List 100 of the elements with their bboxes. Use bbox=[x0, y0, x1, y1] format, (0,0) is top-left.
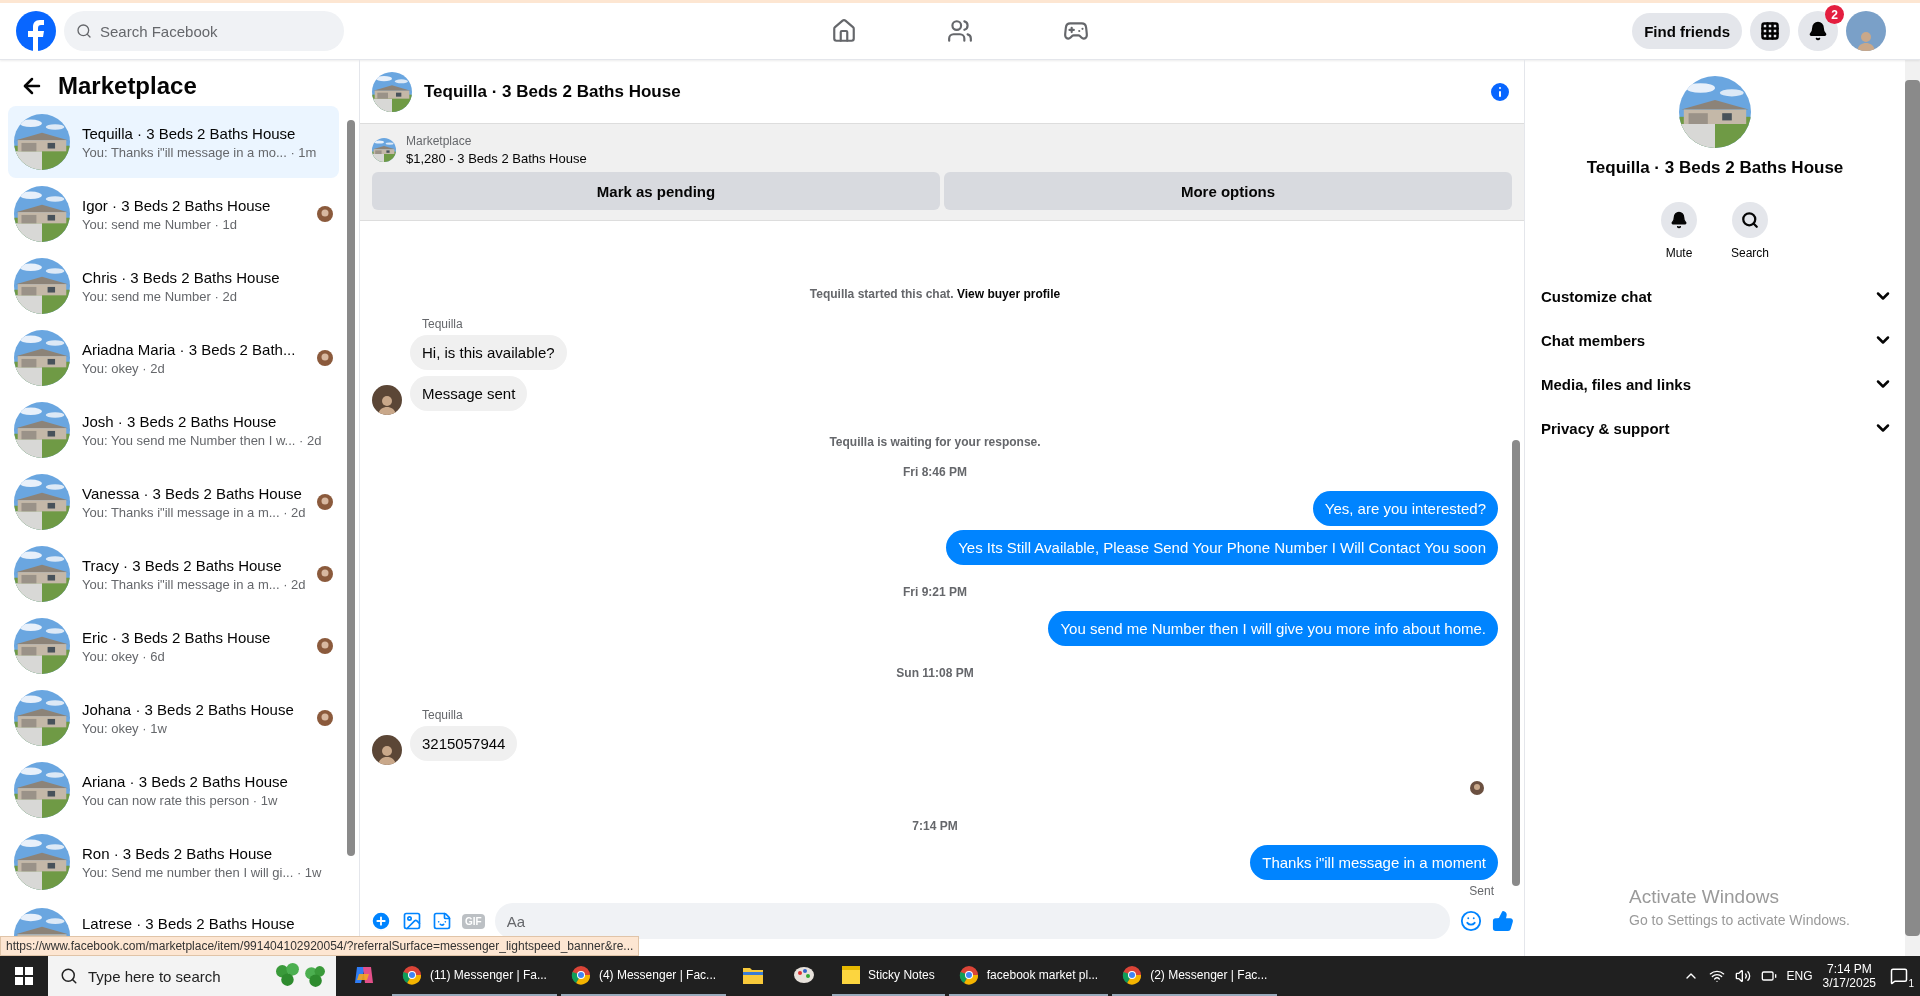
message-input[interactable]: Aa bbox=[494, 903, 1450, 939]
bell-icon bbox=[1808, 21, 1828, 41]
message-preview: You: okey · 2d bbox=[82, 360, 166, 376]
timestamp: 7:14 PM bbox=[912, 819, 958, 833]
conversation-title: Ariana · 3 Beds 2 Baths House bbox=[82, 772, 289, 790]
details-title: Tequilla · 3 Beds 2 Baths House bbox=[1586, 158, 1844, 178]
scrollbar[interactable] bbox=[347, 120, 355, 856]
windows-logo bbox=[15, 967, 33, 985]
sidebar-title: Marketplace bbox=[58, 72, 197, 100]
taskbar-app-button[interactable]: (2) Messenger | Fac... bbox=[1112, 956, 1278, 996]
sender-name: Tequilla bbox=[422, 708, 464, 722]
notifications-button[interactable] bbox=[1798, 11, 1838, 51]
taskbar-app-button[interactable]: Sticky Notes bbox=[832, 956, 945, 996]
details-section[interactable]: Chat members bbox=[1541, 318, 1893, 362]
sender-name: Tequilla bbox=[422, 317, 464, 331]
like-icon[interactable] bbox=[1492, 910, 1514, 932]
conversation-title: Tracy · 3 Beds 2 Baths House bbox=[82, 556, 283, 574]
taskbar-clock[interactable]: 7:14 PM 3/17/2025 bbox=[1822, 962, 1876, 990]
conversation-item[interactable]: Igor · 3 Beds 2 Baths House You: send me Number · 1d bbox=[8, 178, 339, 250]
conversation-title: Johana · 3 Beds 2 Baths House bbox=[82, 700, 295, 718]
conversation-item[interactable]: Tequilla · 3 Beds 2 Baths House You: Thanks i"ill message in a mo... · 1m bbox=[8, 106, 339, 178]
browser-icon bbox=[402, 965, 422, 985]
facebook-logo[interactable] bbox=[16, 11, 56, 51]
conversation-title: Ron · 3 Beds 2 Baths House bbox=[82, 844, 274, 862]
scrollbar[interactable] bbox=[1905, 80, 1920, 936]
message-preview: You: okey · 1w bbox=[82, 720, 168, 736]
note-icon bbox=[842, 966, 861, 984]
message-preview: You: okey · 6d bbox=[82, 648, 166, 664]
conversation-title: Vanessa · 3 Beds 2 Baths House bbox=[82, 484, 303, 502]
system-message: Tequilla is waiting for your response. bbox=[829, 435, 1041, 449]
conversation-item[interactable]: Ariana · 3 Beds 2 Baths House You can now rate this person · 1w bbox=[8, 754, 339, 826]
conversation-title: Eric · 3 Beds 2 Baths House bbox=[82, 628, 272, 646]
message-bubble: Hi, is this available? bbox=[410, 335, 567, 370]
listing-title: $1,280 - 3 Beds 2 Baths House bbox=[406, 151, 587, 166]
person-silhouette-icon bbox=[376, 743, 398, 765]
activation-title: Activate Windows bbox=[1629, 886, 1780, 908]
message-bubble: You send me Number then I will give you more info about home. bbox=[1048, 611, 1498, 646]
message-preview: You: send me Number · 2d bbox=[82, 288, 238, 304]
link-preview-tooltip: https://www.facebook.com/marketplace/item/991404102920054/?referralSurface=messenger_lightspeed_banner&re... bbox=[0, 936, 640, 956]
grid-icon bbox=[1760, 21, 1780, 41]
taskbar-app-button[interactable]: facebook market pl... bbox=[948, 956, 1109, 996]
chat-title: Tequilla · 3 Beds 2 Baths House bbox=[424, 81, 682, 102]
details-section[interactable]: Customize chat bbox=[1541, 274, 1893, 318]
conversation-item[interactable]: Tracy · 3 Beds 2 Baths House You: Thanks i"ill message in a m... · 2d bbox=[8, 538, 339, 610]
activation-text: Go to Settings to activate Windows. bbox=[1629, 912, 1850, 928]
network-icon[interactable] bbox=[1708, 968, 1725, 984]
browser-icon bbox=[1122, 965, 1143, 985]
conversation-title: Josh · 3 Beds 2 Baths House bbox=[82, 412, 278, 430]
folder-icon bbox=[743, 966, 764, 984]
conversation-title: Ariadna Maria · 3 Beds 2 Bath... bbox=[82, 340, 297, 358]
details-section[interactable]: Privacy & support bbox=[1541, 406, 1893, 450]
taskbar-app-button[interactable]: (11) Messenger | Fa... bbox=[392, 956, 557, 996]
seen-avatar-icon bbox=[1470, 781, 1484, 795]
conversation-item[interactable]: Vanessa · 3 Beds 2 Baths House You: Thanks i"ill message in a m... · 2d bbox=[8, 466, 339, 538]
message-preview: You: send me Number · 1d bbox=[82, 216, 238, 232]
scrollbar[interactable] bbox=[1512, 440, 1520, 886]
system-message: Tequilla started this chat. View buyer profile bbox=[809, 287, 1061, 301]
message-bubble: Thanks i"ill message in a moment bbox=[1250, 845, 1498, 880]
search-icon bbox=[76, 23, 92, 39]
conversation-item[interactable]: Johana · 3 Beds 2 Baths House You: okey · 1w bbox=[8, 682, 339, 754]
friends-icon[interactable] bbox=[947, 18, 973, 44]
browser-icon bbox=[570, 965, 591, 985]
menu-button[interactable] bbox=[1750, 11, 1790, 51]
conversation-item[interactable]: Ariadna Maria · 3 Beds 2 Bath... You: okey · 2d bbox=[8, 322, 339, 394]
conversation-item[interactable]: Ron · 3 Beds 2 Baths House You: Send me number then I will gi... · 1w bbox=[8, 826, 339, 898]
conversation-item[interactable]: Chris · 3 Beds 2 Baths House You: send me Number · 2d bbox=[8, 250, 339, 322]
swirl-icon bbox=[353, 964, 375, 986]
search-field[interactable]: Search Facebook bbox=[64, 11, 344, 51]
listing-action-button[interactable]: More options bbox=[944, 172, 1512, 210]
taskbar-app-button[interactable]: (4) Messenger | Fac... bbox=[560, 956, 727, 996]
find-friends-button[interactable]: Find friends bbox=[1632, 13, 1742, 49]
conversation-item[interactable]: Eric · 3 Beds 2 Baths House You: okey · 6d bbox=[8, 610, 339, 682]
conversation-item[interactable]: Josh · 3 Beds 2 Baths House You: You send me Number then I w... · 2d bbox=[8, 394, 339, 466]
palette-icon bbox=[793, 965, 816, 985]
timestamp: Fri 9:21 PM bbox=[903, 585, 967, 599]
timestamp: Sun 11:08 PM bbox=[896, 666, 974, 680]
message-bubble: 3215057944 bbox=[410, 726, 518, 761]
profile-avatar[interactable] bbox=[1846, 11, 1886, 51]
person-silhouette-icon bbox=[1855, 29, 1877, 51]
listing-source: Marketplace bbox=[406, 134, 473, 148]
battery-icon[interactable] bbox=[1760, 968, 1777, 984]
message-bubble: Yes, are you interested? bbox=[1312, 491, 1498, 526]
message-preview: You: Thanks i"ill message in a m... · 2d bbox=[82, 576, 305, 592]
sticker-icon[interactable] bbox=[432, 911, 452, 931]
buyer-profile-link[interactable]: View buyer profile bbox=[957, 287, 1061, 301]
taskbar-search-field[interactable]: Type here to search bbox=[48, 956, 336, 996]
add-icon[interactable] bbox=[370, 910, 392, 932]
volume-icon[interactable] bbox=[1734, 968, 1751, 984]
message-preview: You: Thanks i"ill message in a m... · 2d bbox=[82, 504, 305, 520]
language-indicator[interactable]: ENG bbox=[1786, 969, 1813, 983]
timestamp: Fri 8:46 PM bbox=[903, 465, 967, 479]
search-icon bbox=[1741, 211, 1759, 229]
search-icon bbox=[60, 967, 78, 985]
listing-action-button[interactable]: Mark as pending bbox=[372, 172, 940, 210]
home-icon[interactable] bbox=[831, 18, 857, 44]
emoji-icon[interactable] bbox=[1460, 910, 1482, 932]
message-preview: You can now rate this person · 1w bbox=[82, 792, 279, 808]
image-icon[interactable] bbox=[402, 911, 422, 931]
details-section[interactable]: Media, files and links bbox=[1541, 362, 1893, 406]
message-bubble: Yes Its Still Available, Please Send Your Phone Number I Will Contact You soon bbox=[946, 530, 1498, 565]
